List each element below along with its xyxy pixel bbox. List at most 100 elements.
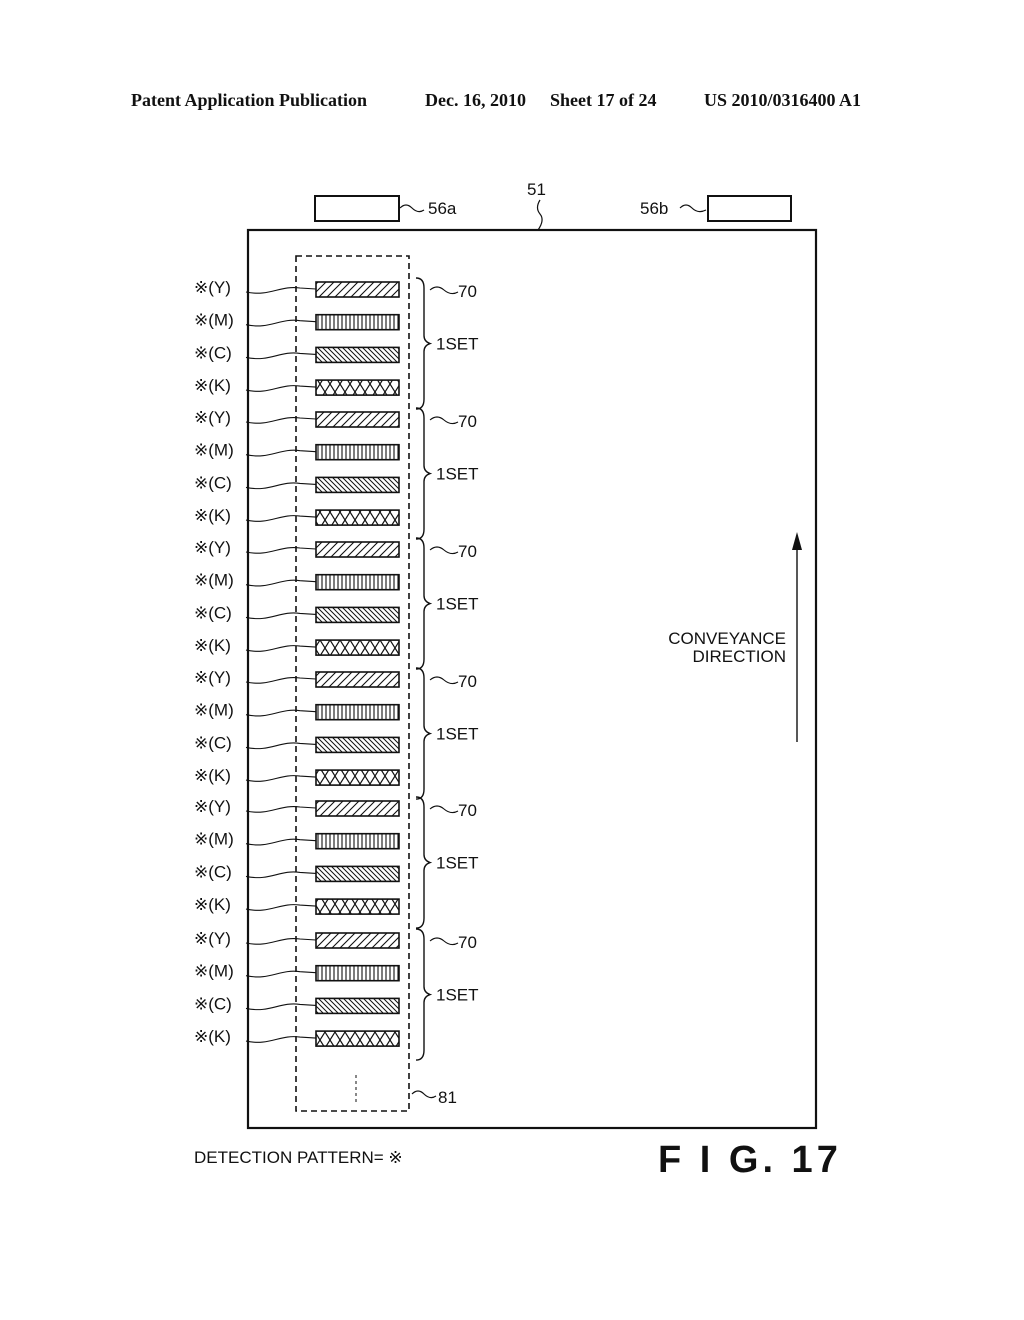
pattern-bar-c xyxy=(315,997,400,1015)
pattern-bar-y xyxy=(315,800,400,817)
pattern-leader xyxy=(245,904,317,911)
set-label: 1SET xyxy=(436,335,479,354)
pattern-leader xyxy=(245,805,317,813)
pattern-bar-y xyxy=(315,411,400,428)
pattern-label: ※(C) xyxy=(194,343,232,362)
pattern-bar-k xyxy=(315,639,400,656)
set-ref: 70 xyxy=(458,282,477,301)
pattern-leader xyxy=(245,352,317,360)
set-brace xyxy=(415,537,433,670)
pattern-bar-m xyxy=(315,313,400,331)
pattern-leader xyxy=(245,416,317,424)
pattern-leader xyxy=(245,709,317,717)
figure-diagram: 56a 56b 51 81 CONVEYANCE DIRECTION ※(Y)※… xyxy=(194,180,842,1181)
pattern-label: ※(K) xyxy=(194,636,231,655)
set-ref-leader xyxy=(429,546,459,555)
pattern-label: ※(Y) xyxy=(194,797,231,816)
pattern-leader xyxy=(245,319,317,327)
pattern-leader xyxy=(245,546,317,554)
pattern-label: ※(K) xyxy=(194,1027,231,1046)
pattern-label: ※(M) xyxy=(194,962,234,981)
region-ref: 81 xyxy=(438,1088,457,1107)
pattern-leader xyxy=(245,482,317,490)
sensor-56b-box xyxy=(707,195,792,222)
set-label: 1SET xyxy=(436,725,479,744)
pattern-bar-k xyxy=(315,1030,400,1047)
pattern-label: ※(Y) xyxy=(194,929,231,948)
direction-label-line2: DIRECTION xyxy=(693,647,787,666)
pattern-label: ※(C) xyxy=(194,603,232,622)
pattern-leader xyxy=(245,612,317,620)
pattern-set: ※(Y) ※(M) ※(C) ※(K) 70 1SET xyxy=(194,796,479,929)
pattern-bar-c xyxy=(315,476,400,494)
sensor-56a-box xyxy=(314,195,400,222)
set-ref-leader xyxy=(429,416,459,425)
set-brace xyxy=(415,667,433,800)
pattern-label: ※(M) xyxy=(194,441,234,460)
set-label: 1SET xyxy=(436,465,479,484)
pattern-bar-m xyxy=(315,443,400,461)
set-label: 1SET xyxy=(436,854,479,873)
pattern-bar-y xyxy=(315,671,400,688)
pattern-bar-k xyxy=(315,769,400,786)
pattern-leader xyxy=(245,579,317,587)
set-label: 1SET xyxy=(436,986,479,1005)
figure-label: F I G. 17 xyxy=(658,1139,842,1181)
pattern-bar-m xyxy=(315,964,400,982)
pattern-leader xyxy=(245,970,317,978)
pattern-sets: ※(Y) ※(M) ※(C) ※(K) 70 1SET ※(Y) ※(M) ※(C) ※(K) 70… xyxy=(194,277,479,1061)
sensor-56b-leader xyxy=(679,204,707,213)
pattern-leader xyxy=(245,742,317,750)
pattern-bar-c xyxy=(315,865,400,883)
pattern-bar-m xyxy=(315,573,400,591)
pattern-label: ※(K) xyxy=(194,766,231,785)
pattern-bar-c xyxy=(315,736,400,754)
pattern-leader xyxy=(245,385,317,392)
pattern-leader xyxy=(245,1003,317,1011)
pattern-leader xyxy=(245,645,317,652)
pattern-label: ※(M) xyxy=(194,311,234,330)
pattern-bar-m xyxy=(315,703,400,721)
belt-leader xyxy=(536,199,543,231)
arrow-up-icon xyxy=(792,532,802,550)
pattern-leader xyxy=(245,286,317,294)
pattern-set: ※(Y) ※(M) ※(C) ※(K) 70 1SET xyxy=(194,667,479,800)
sensor-56a-ref: 56a xyxy=(428,199,457,218)
sensor-56a-leader xyxy=(399,204,425,213)
pattern-set: ※(Y) ※(M) ※(C) ※(K) 70 1SET xyxy=(194,277,479,410)
pattern-bar-y xyxy=(315,281,400,298)
set-ref: 70 xyxy=(458,801,477,820)
set-ref-leader xyxy=(429,937,459,946)
pattern-bar-y xyxy=(315,932,400,949)
set-ref: 70 xyxy=(458,933,477,952)
pattern-label: ※(Y) xyxy=(194,538,231,557)
pattern-label: ※(Y) xyxy=(194,278,231,297)
set-ref-leader xyxy=(429,676,459,685)
region-leader xyxy=(411,1090,437,1099)
pattern-leader xyxy=(245,937,317,945)
pattern-set: ※(Y) ※(M) ※(C) ※(K) 70 1SET xyxy=(194,537,479,670)
pattern-label: ※(C) xyxy=(194,994,232,1013)
pattern-label: ※(M) xyxy=(194,830,234,849)
detection-pattern-legend: DETECTION PATTERN= ※ xyxy=(194,1148,403,1167)
set-ref-leader xyxy=(429,805,459,814)
pattern-set: ※(Y) ※(M) ※(C) ※(K) 70 1SET xyxy=(194,407,479,540)
pattern-label: ※(M) xyxy=(194,571,234,590)
direction-label-line1: CONVEYANCE xyxy=(668,629,786,648)
set-ref: 70 xyxy=(458,542,477,561)
pattern-leader xyxy=(245,676,317,684)
set-brace xyxy=(415,277,433,410)
pattern-leader xyxy=(245,775,317,782)
set-ref: 70 xyxy=(458,412,477,431)
set-brace xyxy=(415,407,433,540)
sensor-56b-ref: 56b xyxy=(640,199,668,218)
pattern-bar-c xyxy=(315,346,400,364)
set-ref-leader xyxy=(429,286,459,295)
pattern-bar-y xyxy=(315,541,400,558)
pattern-label: ※(C) xyxy=(194,473,232,492)
pattern-bar-k xyxy=(315,509,400,526)
pattern-label: ※(C) xyxy=(194,733,232,752)
pattern-bar-k xyxy=(315,898,400,915)
pattern-bar-k xyxy=(315,379,400,396)
pattern-leader xyxy=(245,449,317,457)
